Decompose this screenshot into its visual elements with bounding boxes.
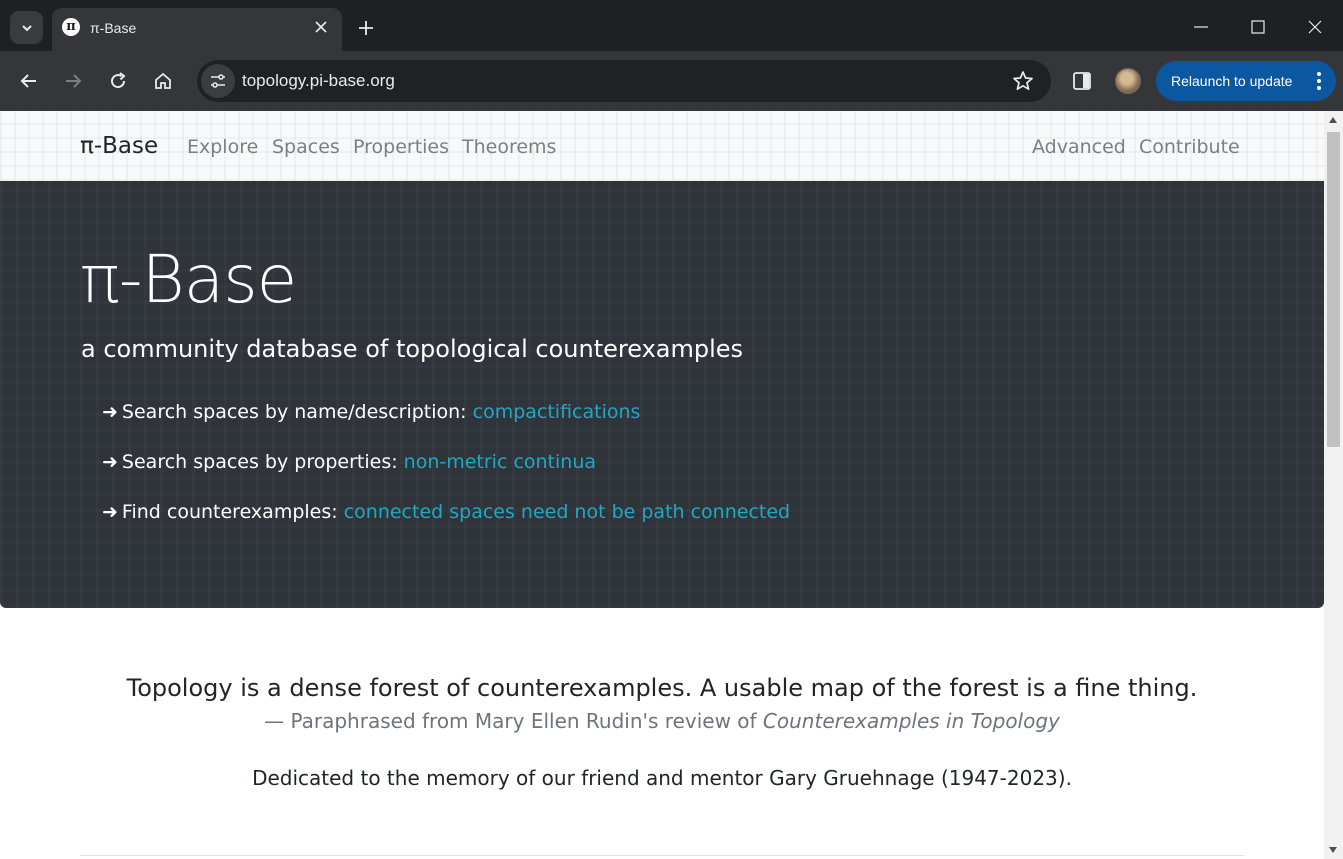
page-viewport: π-Base Explore Spaces Properties Theorem… bbox=[0, 111, 1324, 859]
chevron-down-icon bbox=[21, 24, 32, 31]
tune-icon bbox=[211, 74, 225, 88]
nav-link-explore[interactable]: Explore bbox=[187, 136, 258, 158]
new-tab-icon[interactable] bbox=[352, 14, 380, 42]
tab-title: π-Base bbox=[90, 20, 137, 36]
arrow-left-icon bbox=[20, 74, 36, 88]
site-brand[interactable]: π-Base bbox=[80, 133, 158, 159]
example-link-compactifications[interactable]: compactifications bbox=[473, 401, 641, 423]
page-scrollbar[interactable] bbox=[1324, 111, 1343, 859]
hero-subtitle: a community database of topological coun… bbox=[81, 335, 744, 363]
url-text[interactable]: topology.pi-base.org bbox=[242, 71, 395, 91]
hero-item-find-counterexamples: ➜ Find counterexamples: connected spaces … bbox=[102, 501, 790, 523]
bookmark-star-icon[interactable] bbox=[1011, 69, 1035, 93]
arrow-right-icon bbox=[66, 74, 82, 88]
scroll-up-icon[interactable] bbox=[1329, 117, 1337, 123]
hero-item-search-name: ➜ Search spaces by name/description: comp… bbox=[102, 401, 640, 423]
favicon-icon: π bbox=[62, 18, 80, 36]
hero-item-label: Search spaces by properties: bbox=[121, 451, 404, 473]
scroll-thumb[interactable] bbox=[1327, 132, 1340, 447]
reload-button[interactable] bbox=[103, 66, 133, 96]
site-navbar: π-Base Explore Spaces Properties Theorem… bbox=[0, 111, 1324, 181]
profile-avatar[interactable] bbox=[1115, 68, 1141, 94]
nav-link-advanced[interactable]: Advanced bbox=[1032, 136, 1126, 158]
quote-attribution: — Paraphrased from Mary Ellen Rudin's re… bbox=[0, 709, 1324, 733]
example-link-non-metric-continua[interactable]: non-metric continua bbox=[404, 451, 596, 473]
hero-banner: π-Base a community database of topologic… bbox=[0, 181, 1324, 608]
scroll-down-icon[interactable] bbox=[1329, 847, 1337, 853]
more-vert-icon bbox=[1317, 72, 1321, 90]
nav-link-properties[interactable]: Properties bbox=[353, 136, 449, 158]
hero-item-search-properties: ➜ Search spaces by properties: non-metric… bbox=[102, 451, 596, 473]
nav-link-spaces[interactable]: Spaces bbox=[272, 136, 340, 158]
side-panel-icon[interactable] bbox=[1070, 69, 1094, 93]
address-bar[interactable]: topology.pi-base.org bbox=[197, 60, 1051, 102]
relaunch-label: Relaunch to update bbox=[1171, 73, 1293, 89]
example-link-connected-not-path-connected[interactable]: connected spaces need not be path connec… bbox=[344, 501, 790, 523]
home-button[interactable] bbox=[148, 66, 178, 96]
tab-search-button[interactable] bbox=[10, 11, 43, 44]
maximize-icon[interactable] bbox=[1243, 12, 1273, 42]
minimize-icon[interactable] bbox=[1186, 12, 1216, 42]
browser-toolbar: topology.pi-base.org Relaunch to update bbox=[0, 51, 1343, 111]
back-button[interactable] bbox=[14, 66, 44, 96]
close-tab-icon[interactable] bbox=[312, 18, 330, 36]
browser-tab[interactable]: π π-Base bbox=[52, 8, 342, 51]
hero-item-label: Find counterexamples: bbox=[121, 501, 344, 523]
forward-button[interactable] bbox=[58, 66, 88, 96]
dedication-text: Dedicated to the memory of our friend an… bbox=[252, 766, 1072, 790]
nav-link-contribute[interactable]: Contribute bbox=[1139, 136, 1240, 158]
arrow-right-icon: ➜ bbox=[102, 451, 118, 473]
site-info-button[interactable] bbox=[201, 64, 235, 98]
attribution-work: Counterexamples in Topology bbox=[762, 709, 1060, 733]
attribution-prefix: — Paraphrased from Mary Ellen Rudin's re… bbox=[264, 709, 763, 733]
hero-title: π-Base bbox=[80, 241, 297, 318]
hero-item-label: Search spaces by name/description: bbox=[121, 401, 473, 423]
divider bbox=[80, 855, 1244, 856]
reload-icon bbox=[111, 72, 126, 89]
arrow-right-icon: ➜ bbox=[102, 501, 118, 523]
home-icon bbox=[155, 72, 171, 89]
close-window-icon[interactable] bbox=[1300, 12, 1330, 42]
nav-link-theorems[interactable]: Theorems bbox=[462, 136, 556, 158]
arrow-right-icon: ➜ bbox=[102, 401, 118, 423]
relaunch-button[interactable]: Relaunch to update bbox=[1156, 61, 1336, 101]
quote-text: Topology is a dense forest of counterexa… bbox=[126, 674, 1198, 702]
tab-strip: π π-Base bbox=[0, 0, 1343, 51]
